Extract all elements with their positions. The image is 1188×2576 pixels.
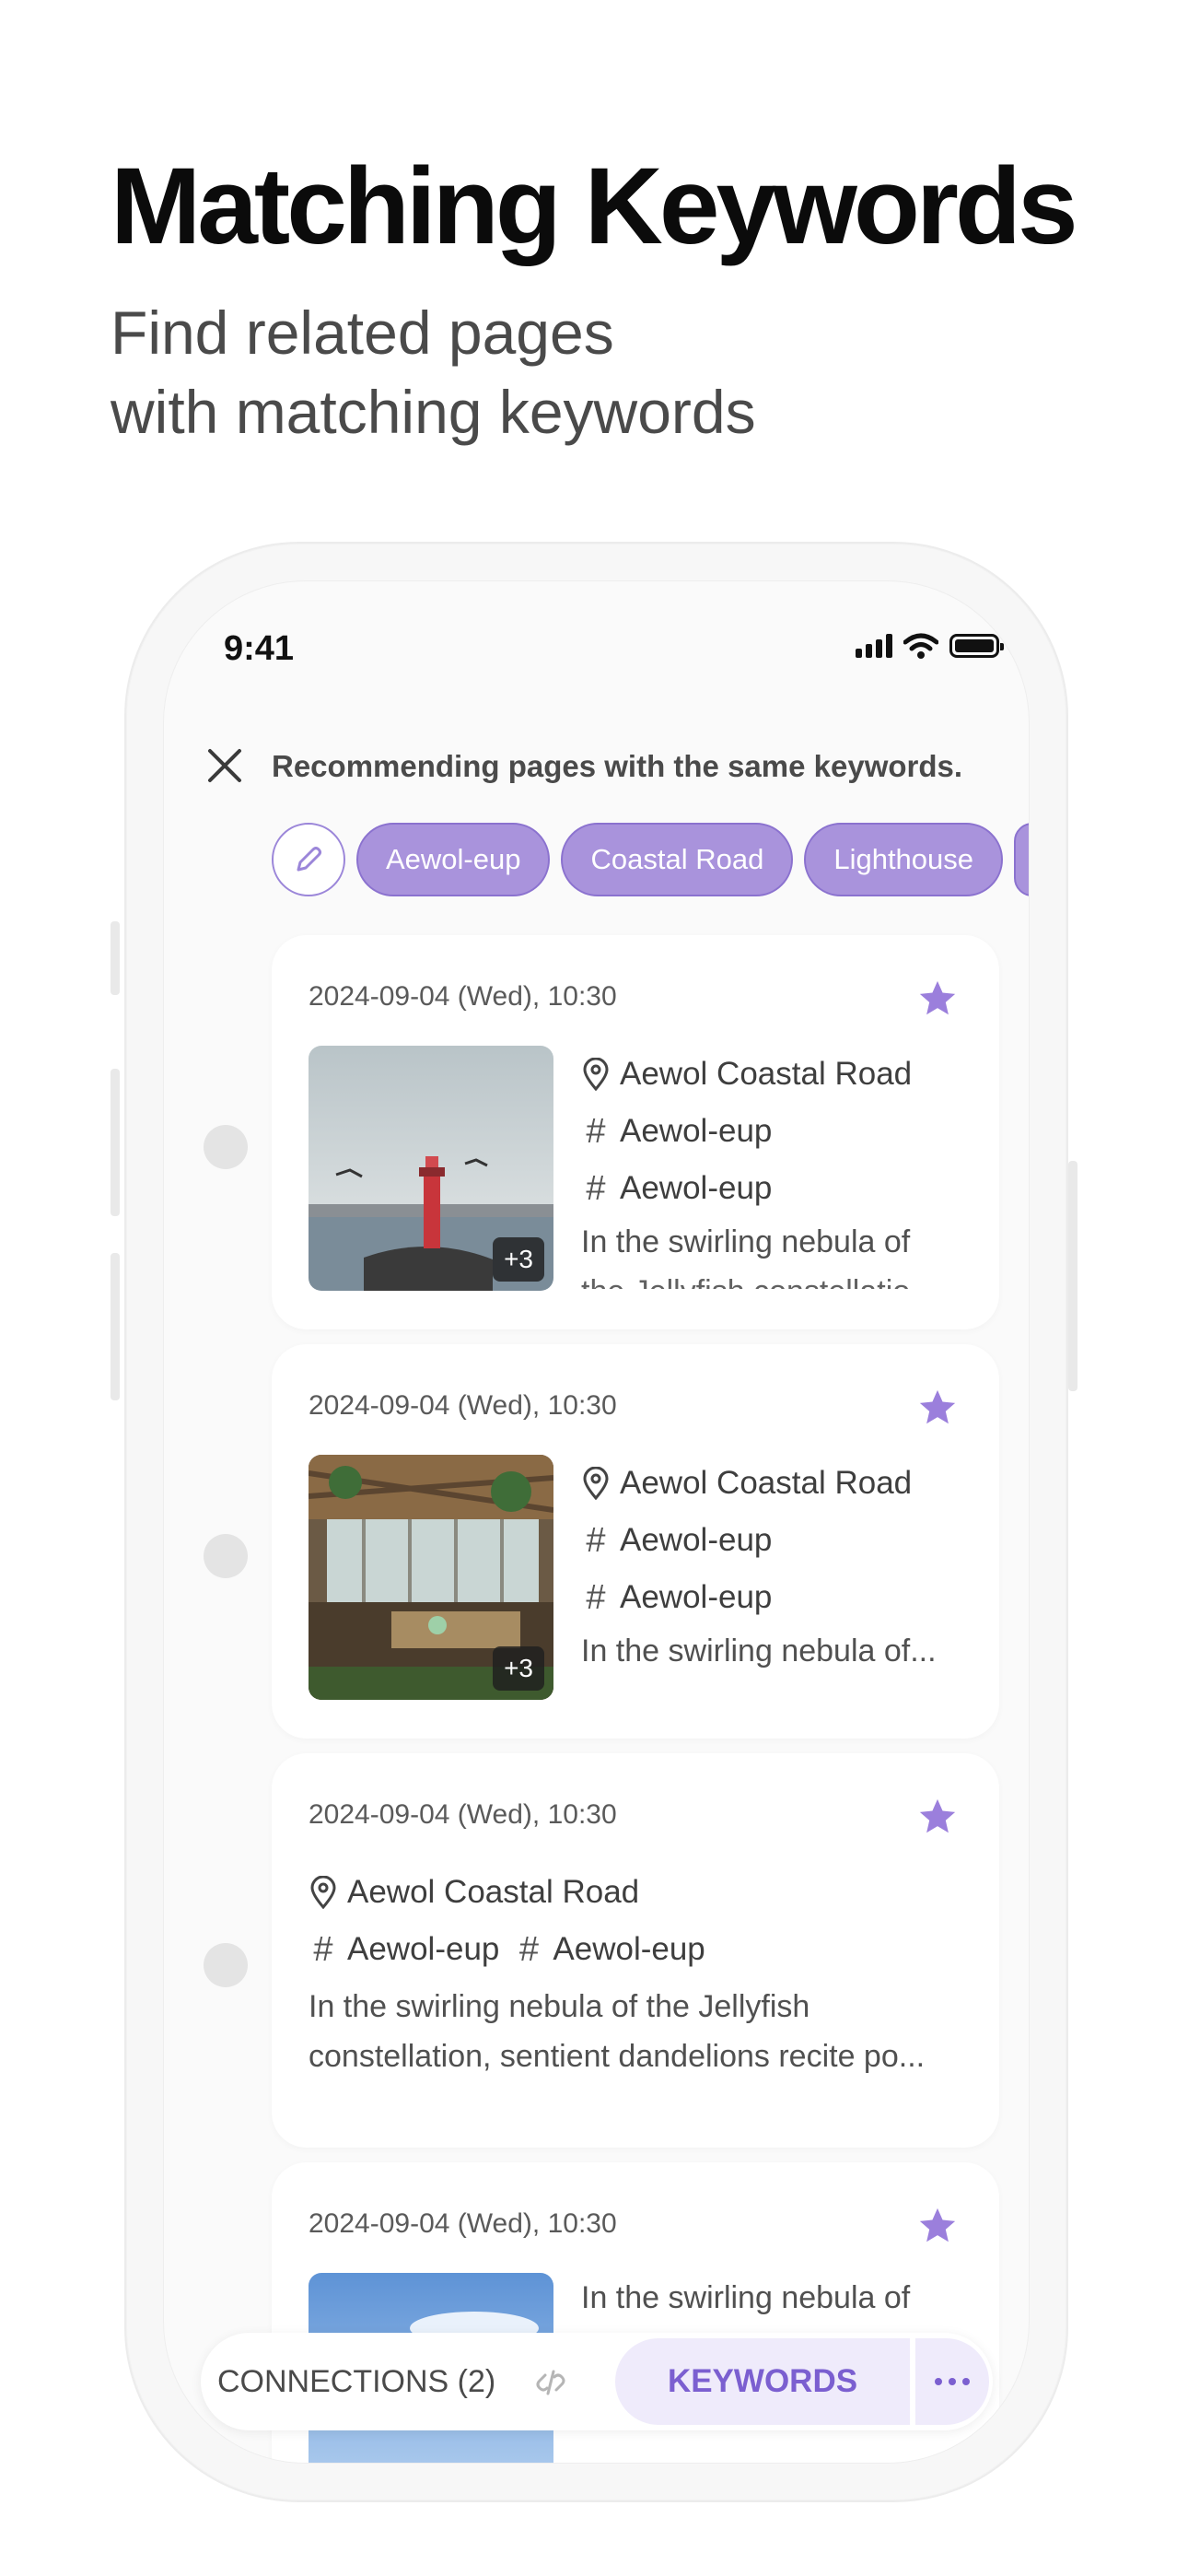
card-info: Aewol Coastal Road # Aewol-eup # Aewol-e…	[581, 1455, 968, 1676]
hashtag-icon: #	[518, 1929, 539, 1969]
page-subline: Find related pages with matching keyword…	[111, 293, 756, 451]
card-tag: # Aewol-eup	[581, 1569, 968, 1626]
keyword-chip-partial[interactable]	[1014, 823, 1029, 896]
card-photo[interactable]: +3	[309, 1455, 553, 1700]
hashtag-icon: #	[586, 1577, 606, 1617]
card-date: 2024-09-04 (Wed), 10:30	[309, 2208, 617, 2239]
top-bar-title: Recommending pages with the same keyword…	[272, 749, 963, 783]
card-tags: # Aewol-eup # Aewol-eup	[309, 1921, 972, 1978]
card-location: Aewol Coastal Road	[581, 1046, 968, 1103]
card-snippet: In the swirling nebula of...	[581, 1633, 937, 1669]
card-info: Aewol Coastal Road # Aewol-eup # Aewol-e…	[581, 1046, 968, 1289]
pencil-icon	[297, 847, 321, 872]
subline-line-2: with matching keywords	[111, 378, 756, 446]
keywords-tab-button[interactable]: KEYWORDS	[615, 2338, 910, 2425]
page-card[interactable]: 2024-09-04 (Wed), 10:30 Aewol Coastal Ro…	[272, 1753, 999, 2148]
wifi-icon	[903, 633, 938, 659]
hashtag-icon: #	[586, 1168, 606, 1208]
phone-side-button	[111, 1253, 120, 1400]
card-location: Aewol Coastal Road	[581, 1455, 968, 1512]
location-pin-icon	[310, 1876, 336, 1909]
card-tag: # Aewol-eup	[581, 1160, 968, 1217]
edit-keywords-button[interactable]	[272, 823, 345, 896]
tag-text: Aewol-eup	[347, 1931, 500, 1967]
location-text: Aewol Coastal Road	[620, 1465, 913, 1501]
battery-icon	[949, 634, 1004, 658]
status-time: 9:41	[224, 629, 295, 668]
close-icon	[208, 749, 241, 782]
card-info: In the swirling nebula of	[581, 2273, 968, 2323]
card-snippet: constellation, sentient dandelions recit…	[309, 2039, 926, 2074]
page-card[interactable]: 2024-09-04 (Wed), 10:30 +3 Aewol Coastal…	[272, 935, 999, 1329]
location-pin-icon	[583, 1467, 609, 1500]
page-headline: Matching Keywords	[111, 146, 1078, 267]
card-snippet: In the swirling nebula of the Jellyfish	[309, 1989, 810, 2024]
keyword-chip[interactable]: Lighthouse	[804, 823, 1004, 896]
tag-text: Aewol-eup	[553, 1931, 705, 1967]
select-radio[interactable]	[204, 1125, 248, 1169]
star-icon[interactable]	[916, 1387, 959, 1429]
keyword-chip[interactable]: Aewol-eup	[356, 823, 551, 896]
subline-line-1: Find related pages	[111, 299, 614, 367]
status-icons	[856, 633, 1004, 659]
connections-button[interactable]: CONNECTIONS (2)	[217, 2364, 495, 2400]
phone-frame: 9:41 Recommending pages with the same ke…	[124, 542, 1068, 2502]
star-icon[interactable]	[916, 978, 959, 1020]
card-tag: # Aewol-eup	[581, 1512, 968, 1569]
photo-count-badge: +3	[493, 1237, 544, 1282]
card-snippet: In the swirling nebula of	[581, 2280, 911, 2315]
card-snippet: the Jellyfish constellatio	[581, 1267, 968, 1289]
hashtag-icon: #	[313, 1929, 333, 1969]
phone-screen: 9:41 Recommending pages with the same ke…	[163, 580, 1030, 2464]
keyword-chip[interactable]: Coastal Road	[561, 823, 794, 896]
card-date: 2024-09-04 (Wed), 10:30	[309, 981, 617, 1012]
phone-side-button	[111, 1069, 120, 1216]
tag-text: Aewol-eup	[620, 1579, 773, 1615]
phone-side-button	[111, 921, 120, 995]
more-dots-icon	[935, 2378, 970, 2385]
cellular-signal-icon	[856, 634, 892, 658]
more-options-button[interactable]	[915, 2338, 989, 2425]
phone-side-button	[1068, 1161, 1077, 1391]
star-icon[interactable]	[916, 1796, 959, 1838]
close-button[interactable]	[197, 738, 252, 793]
unlink-icon[interactable]	[532, 2366, 569, 2399]
card-date: 2024-09-04 (Wed), 10:30	[309, 1799, 617, 1830]
photo-count-badge: +3	[493, 1646, 544, 1691]
hashtag-icon: #	[586, 1111, 606, 1151]
page-card[interactable]: 2024-09-04 (Wed), 10:30 +3 Aewol Coastal…	[272, 1344, 999, 1739]
tag-text: Aewol-eup	[620, 1522, 773, 1558]
card-location: Aewol Coastal Road	[309, 1864, 972, 1921]
star-icon[interactable]	[916, 2205, 959, 2247]
card-snippet: In the swirling nebula of	[581, 1224, 911, 1259]
select-radio[interactable]	[204, 1534, 248, 1578]
card-tag: # Aewol-eup	[581, 1103, 968, 1160]
select-radio[interactable]	[204, 1943, 248, 1987]
location-text: Aewol Coastal Road	[347, 1874, 640, 1910]
hashtag-icon: #	[586, 1520, 606, 1560]
bottom-action-bar: CONNECTIONS (2) KEYWORDS	[201, 2333, 993, 2430]
card-info: Aewol Coastal Road # Aewol-eup # Aewol-e…	[309, 1864, 972, 2081]
card-photo[interactable]: +3	[309, 1046, 553, 1291]
card-date: 2024-09-04 (Wed), 10:30	[309, 1390, 617, 1421]
tag-text: Aewol-eup	[620, 1113, 773, 1149]
tag-text: Aewol-eup	[620, 1170, 773, 1206]
location-text: Aewol Coastal Road	[620, 1056, 913, 1092]
top-bar: Recommending pages with the same keyword…	[164, 729, 1029, 802]
location-pin-icon	[583, 1058, 609, 1091]
keyword-chip-list: Aewol-eup Coastal Road Lighthouse	[272, 821, 1029, 898]
status-bar: 9:41	[164, 581, 1029, 692]
